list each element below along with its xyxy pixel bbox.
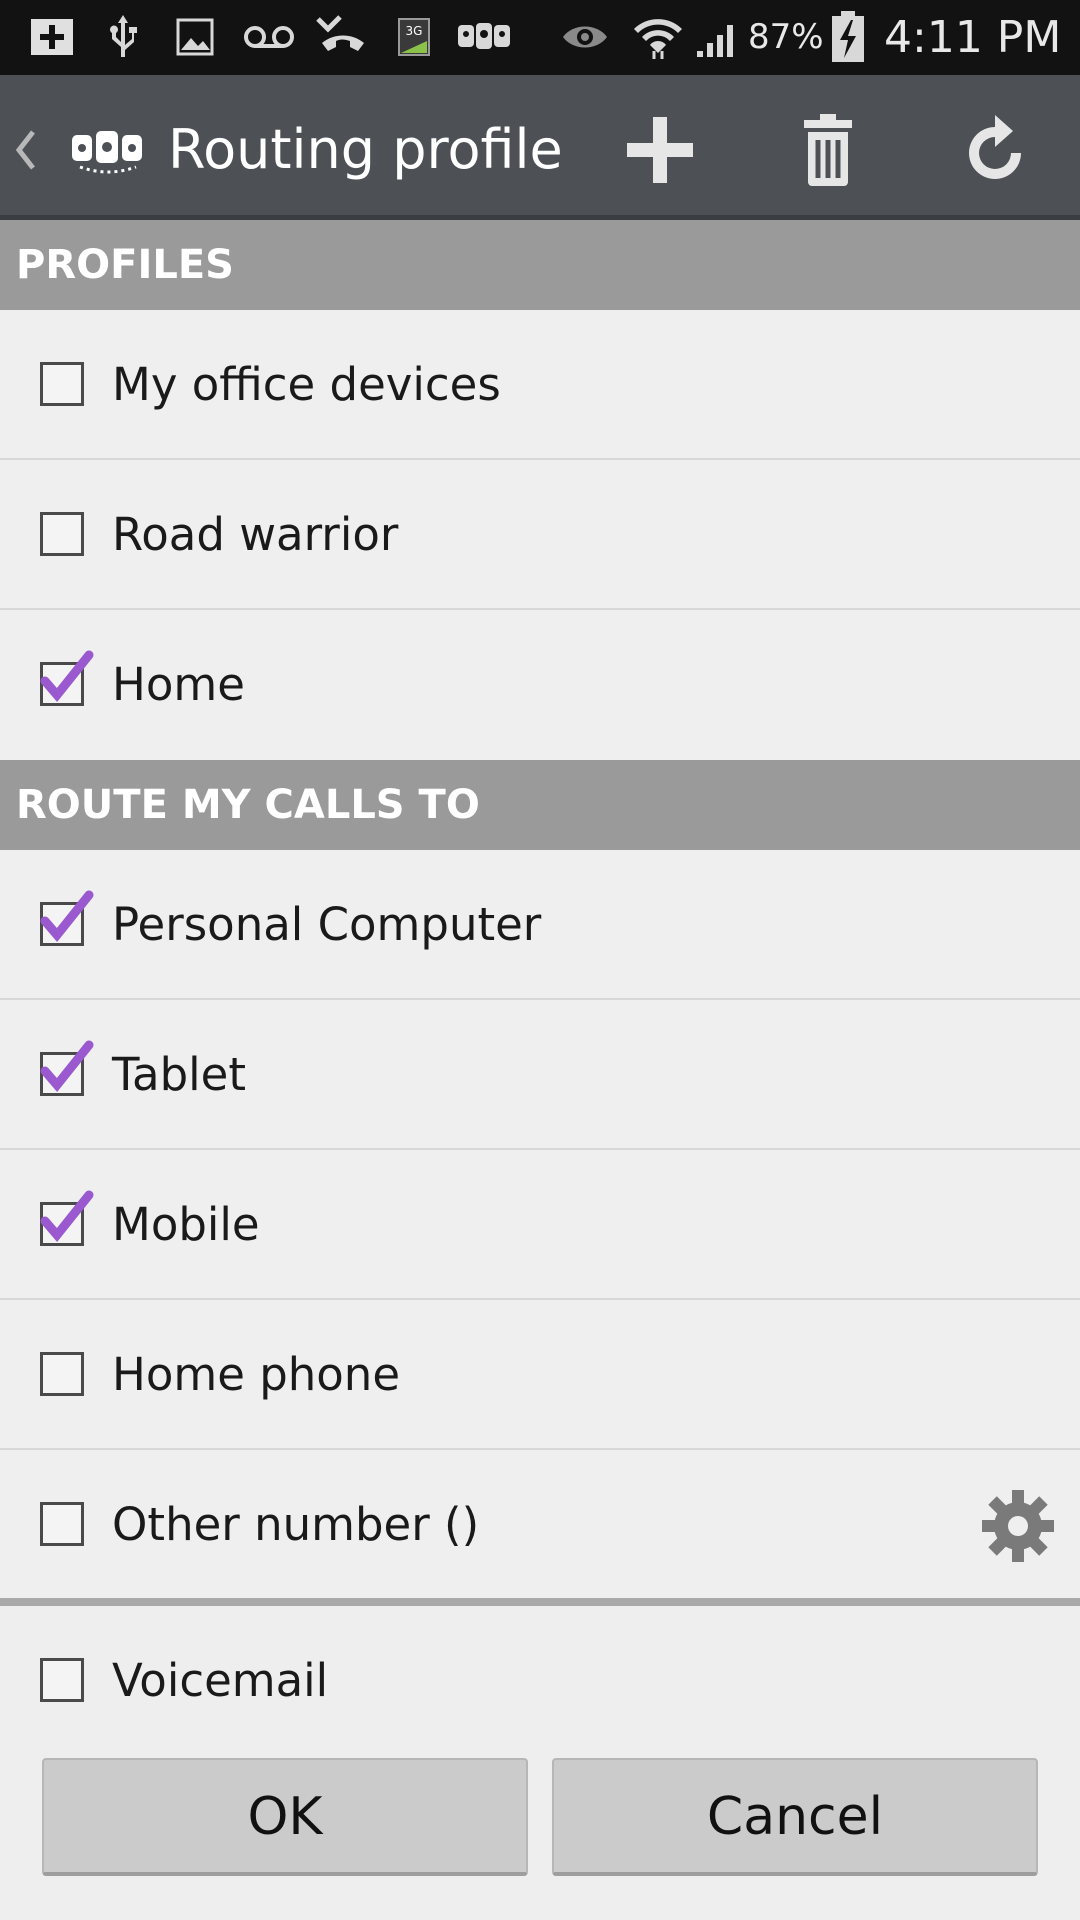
svg-text:3G: 3G <box>406 24 423 38</box>
checkbox-checked[interactable] <box>40 650 94 706</box>
signal-icon <box>692 12 742 62</box>
checkmark-icon <box>40 650 94 703</box>
app-logo-icon[interactable] <box>68 115 148 185</box>
refresh-icon[interactable] <box>955 105 1035 195</box>
list-item-label: My office devices <box>112 358 501 411</box>
delete-icon[interactable] <box>788 105 868 195</box>
route-item-home-phone[interactable]: Home phone <box>0 1300 1080 1450</box>
list-item-label: Voicemail <box>112 1654 329 1707</box>
profile-item-home[interactable]: Home <box>0 610 1080 760</box>
image-icon <box>172 12 218 62</box>
profiles-header: PROFILES <box>0 220 1080 310</box>
voicemail-item[interactable]: Voicemail <box>0 1610 1080 1760</box>
battery-percent: 87% <box>748 17 824 57</box>
profile-item-road-warrior[interactable]: Road warrior <box>0 460 1080 610</box>
checkbox-unchecked[interactable] <box>40 362 84 406</box>
checkmark-icon <box>40 1190 94 1243</box>
list-item-label: Tablet <box>112 1048 247 1101</box>
checkbox-unchecked[interactable] <box>40 512 84 556</box>
voicemail-icon <box>240 12 298 62</box>
list-item-label: Home phone <box>112 1348 401 1401</box>
checkbox-checked[interactable] <box>40 1190 94 1246</box>
profile-item-my-office-devices[interactable]: My office devices <box>0 310 1080 460</box>
list-item-label: Other number () <box>112 1498 480 1551</box>
list-item-label: Personal Computer <box>112 898 542 951</box>
checkmark-icon <box>40 890 94 943</box>
route-header: ROUTE MY CALLS TO <box>0 760 1080 850</box>
status-bar: 3G 87% 4:11 PM <box>0 0 1080 75</box>
usb-icon <box>100 12 146 62</box>
route-item-other-number[interactable]: Other number () <box>0 1450 1080 1600</box>
wifi-icon <box>630 12 686 62</box>
route-item-mobile[interactable]: Mobile <box>0 1150 1080 1300</box>
app-logo-icon <box>454 12 514 62</box>
route-item-personal-computer[interactable]: Personal Computer <box>0 850 1080 1000</box>
list-item-label: Road warrior <box>112 508 399 561</box>
action-bar: Routing profile <box>0 75 1080 220</box>
battery-charging-icon <box>828 11 868 62</box>
cancel-button[interactable]: Cancel <box>552 1758 1038 1876</box>
back-chevron-icon[interactable] <box>8 115 44 185</box>
checkbox-unchecked[interactable] <box>40 1658 84 1702</box>
page-title: Routing profile <box>168 118 563 181</box>
gear-icon[interactable] <box>980 1488 1056 1564</box>
3g-icon: 3G <box>394 12 434 62</box>
ok-button[interactable]: OK <box>42 1758 528 1876</box>
eye-icon <box>560 12 610 62</box>
checkbox-unchecked[interactable] <box>40 1502 84 1546</box>
checkmark-icon <box>40 1040 94 1093</box>
add-icon[interactable] <box>620 105 700 195</box>
divider <box>0 1598 1080 1606</box>
list-item-label: Mobile <box>112 1198 260 1251</box>
missed-call-icon <box>312 12 370 62</box>
checkbox-checked[interactable] <box>40 1040 94 1096</box>
checkbox-unchecked[interactable] <box>40 1352 84 1396</box>
clock: 4:11 PM <box>884 12 1062 63</box>
list-item-label: Home <box>112 658 245 711</box>
checkbox-checked[interactable] <box>40 890 94 946</box>
route-item-tablet[interactable]: Tablet <box>0 1000 1080 1150</box>
add-box-icon <box>24 12 80 62</box>
